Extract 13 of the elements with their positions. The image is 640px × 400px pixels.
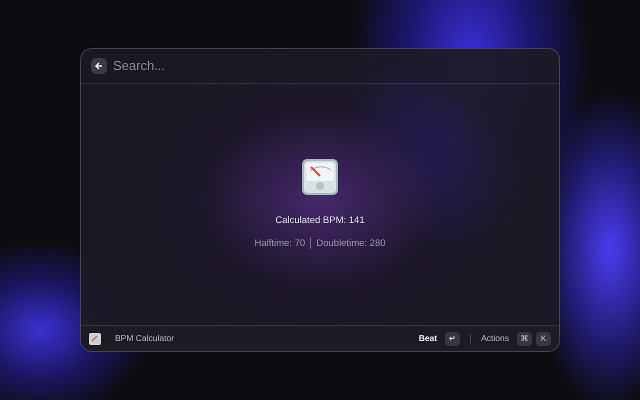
result-details: Halftime: 70 │ Doubletime: 280 xyxy=(254,236,386,251)
command-name: BPM Calculator xyxy=(115,332,174,345)
actions-button[interactable]: Actions ⌘ K xyxy=(481,332,551,346)
key-cap: ⌘ xyxy=(517,332,532,346)
back-button[interactable] xyxy=(91,58,107,74)
key-cap: K xyxy=(536,332,551,346)
search-field[interactable]: Search... xyxy=(113,56,549,76)
key-cap: ↵ xyxy=(445,332,460,346)
result-title: Calculated BPM: 141 xyxy=(275,214,365,228)
arrow-left-icon xyxy=(94,61,104,71)
gauge-icon xyxy=(301,158,339,196)
gauge-icon xyxy=(89,332,101,344)
beat-button[interactable]: Beat ↵ xyxy=(418,332,460,346)
